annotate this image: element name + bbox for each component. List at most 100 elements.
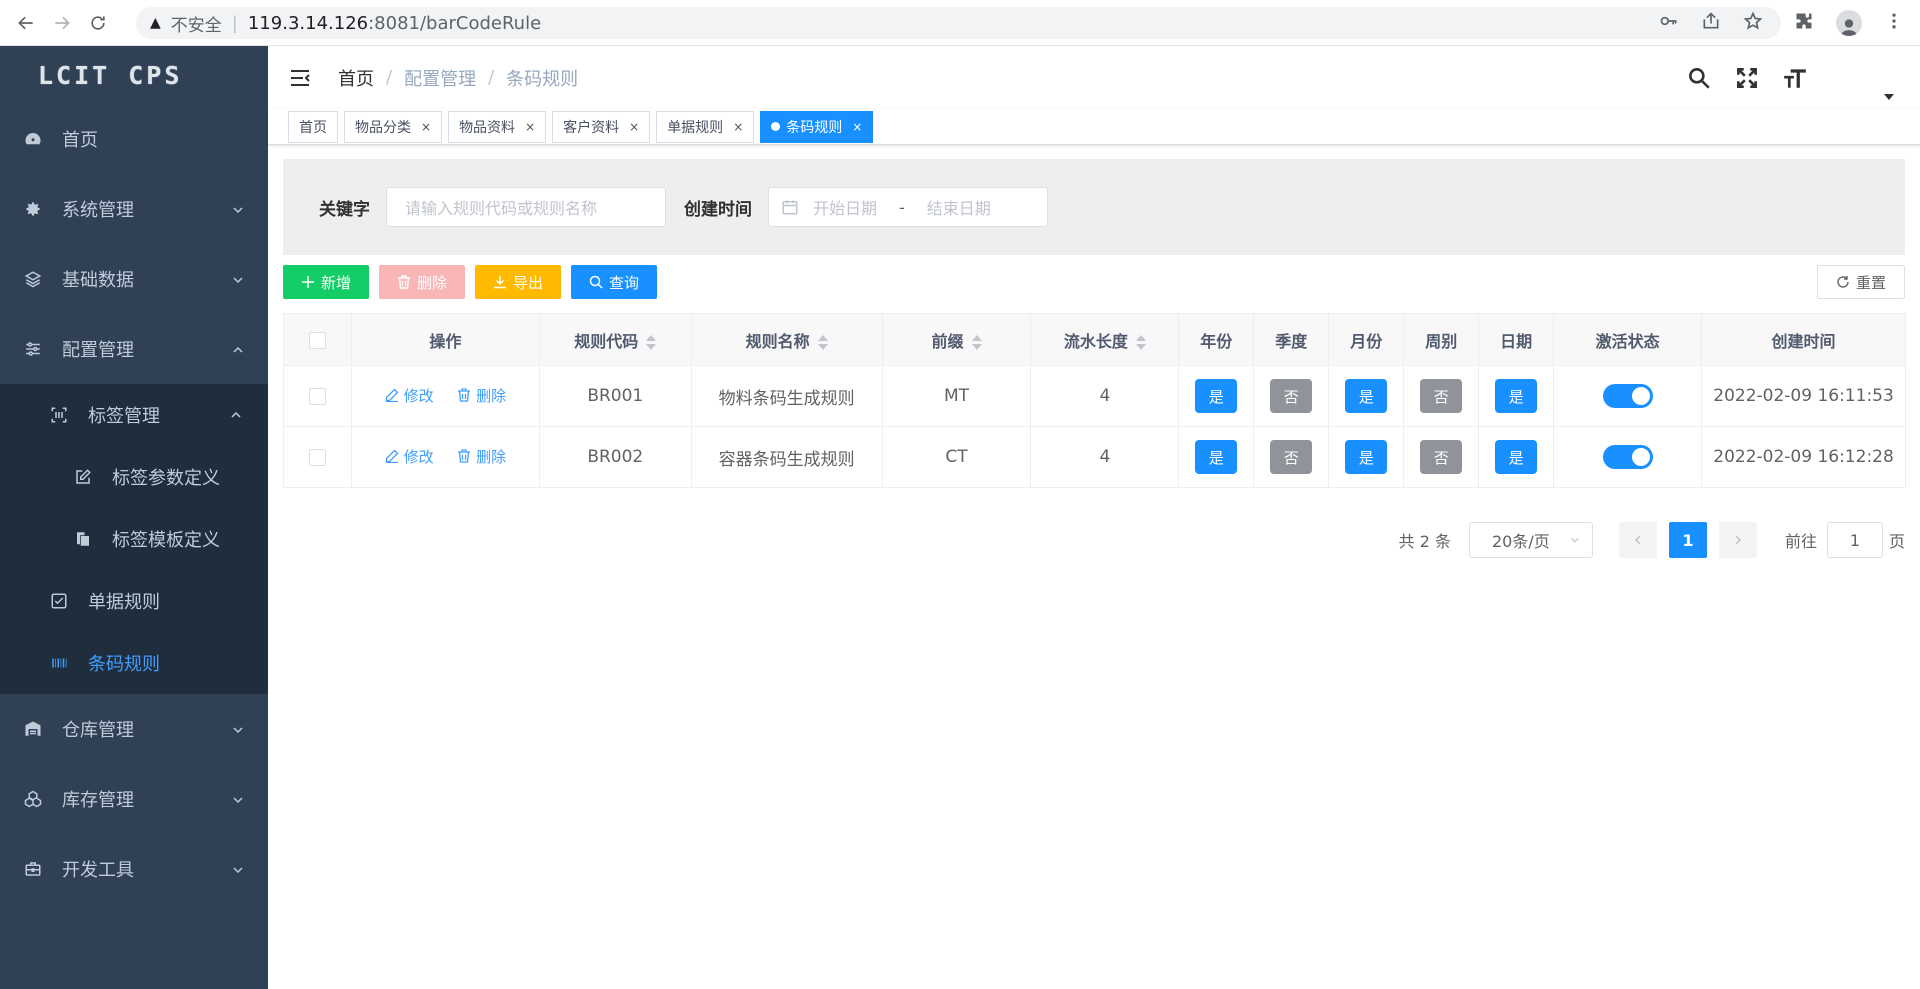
row-checkbox[interactable] bbox=[308, 448, 326, 466]
column-header: 年份 bbox=[1178, 313, 1255, 366]
reload-icon[interactable] bbox=[80, 5, 116, 41]
tag-item-master[interactable]: 物品资料 × bbox=[448, 110, 547, 143]
profile-avatar-icon[interactable] bbox=[1836, 10, 1862, 36]
sidebar-item-home[interactable]: 首页 bbox=[0, 104, 268, 174]
day-flag: 是 bbox=[1495, 440, 1538, 474]
close-icon[interactable]: × bbox=[733, 120, 743, 134]
download-icon bbox=[493, 275, 507, 289]
fullscreen-icon[interactable] bbox=[1734, 65, 1760, 91]
close-icon[interactable]: × bbox=[629, 120, 639, 134]
end-date-input[interactable]: 结束日期 bbox=[927, 195, 991, 219]
sidebar-item-warehouse[interactable]: 仓库管理 bbox=[0, 694, 268, 764]
sidebar-item-barcode-rules[interactable]: 条码规则 bbox=[0, 632, 268, 694]
tag-item-category[interactable]: 物品分类 × bbox=[344, 110, 443, 143]
week-flag: 否 bbox=[1420, 379, 1463, 413]
next-page-button[interactable] bbox=[1718, 522, 1757, 558]
sidebar-item-document-rules[interactable]: 单据规则 bbox=[0, 570, 268, 632]
sidebar-item-label-templates[interactable]: 标签模板定义 bbox=[0, 508, 268, 570]
sidebar-item-label: 首页 bbox=[62, 130, 98, 151]
column-header[interactable]: 规则代码 bbox=[538, 313, 692, 366]
tag-document-rules[interactable]: 单据规则 × bbox=[656, 110, 755, 143]
layers-icon bbox=[24, 270, 42, 288]
delete-link[interactable]: 删除 bbox=[457, 385, 506, 406]
sidebar-item-label-params[interactable]: 标签参数定义 bbox=[0, 446, 268, 508]
column-header[interactable]: 前缀 bbox=[881, 313, 1032, 366]
sort-icon[interactable] bbox=[1135, 334, 1146, 350]
app-logo[interactable]: LCIT CPS bbox=[0, 46, 268, 104]
tags-view: 首页 物品分类 × 物品资料 × 客户资料 × 单据规则 × 条码规则 × bbox=[268, 109, 1920, 145]
address-bar[interactable]: ▲ 不安全 | 119.3.14.126:8081/barCodeRule bbox=[136, 7, 1781, 39]
breadcrumb-home[interactable]: 首页 bbox=[338, 65, 374, 91]
delete-button[interactable]: 删除 bbox=[379, 265, 466, 299]
calendar-icon bbox=[781, 198, 799, 216]
browser-toolbar: ▲ 不安全 | 119.3.14.126:8081/barCodeRule bbox=[0, 0, 1920, 46]
sidebar-item-basic-data[interactable]: 基础数据 bbox=[0, 244, 268, 314]
serial-length-cell: 4 bbox=[1030, 426, 1180, 488]
sidebar-item-dev-tools[interactable]: 开发工具 bbox=[0, 834, 268, 904]
sidebar-item-inventory[interactable]: 库存管理 bbox=[0, 764, 268, 834]
key-icon[interactable] bbox=[1659, 11, 1679, 36]
close-icon[interactable]: × bbox=[525, 120, 535, 134]
page-suffix: 页 bbox=[1888, 532, 1905, 551]
goto-page-input[interactable]: 1 bbox=[1826, 522, 1883, 558]
tag-home[interactable]: 首页 bbox=[288, 110, 338, 143]
search-icon[interactable] bbox=[1686, 65, 1712, 91]
extensions-puzzle-icon[interactable] bbox=[1794, 11, 1814, 35]
table-header-row: 操作 规则代码 规则名称 前缀 流水长度 年份 季度 月份 周别 日期 激活状态… bbox=[283, 313, 1906, 366]
goto-label: 前往 bbox=[1784, 532, 1817, 551]
row-checkbox[interactable] bbox=[308, 387, 326, 405]
edit-icon bbox=[74, 468, 92, 486]
close-icon[interactable]: × bbox=[852, 120, 862, 134]
delete-link[interactable]: 删除 bbox=[457, 446, 506, 467]
sidebar-item-label-management[interactable]: 标签管理 bbox=[0, 384, 268, 446]
chevron-down-icon bbox=[232, 204, 243, 214]
menu-fold-icon[interactable] bbox=[288, 66, 312, 90]
export-button[interactable]: 导出 bbox=[475, 265, 562, 299]
sort-icon[interactable] bbox=[971, 334, 982, 350]
prev-page-button[interactable] bbox=[1618, 522, 1657, 558]
sidebar-item-config[interactable]: 配置管理 bbox=[0, 314, 268, 384]
sidebar-item-system[interactable]: 系统管理 bbox=[0, 174, 268, 244]
tag-barcode-rules[interactable]: 条码规则 × bbox=[760, 110, 874, 143]
active-status-switch[interactable] bbox=[1602, 445, 1653, 469]
quarter-flag: 否 bbox=[1270, 440, 1313, 474]
content: 关键字 请输入规则代码或规则名称 创建时间 开始日期 - 结束日期 新增 删除 … bbox=[268, 145, 1920, 572]
forward-arrow-icon[interactable] bbox=[44, 5, 80, 41]
date-range-picker[interactable]: 开始日期 - 结束日期 bbox=[768, 187, 1048, 227]
kebab-menu-icon[interactable] bbox=[1884, 11, 1904, 35]
start-date-input[interactable]: 开始日期 bbox=[813, 195, 877, 219]
sidebar-item-label: 条码规则 bbox=[88, 654, 160, 675]
edit-link[interactable]: 修改 bbox=[385, 446, 434, 467]
refresh-icon bbox=[1836, 275, 1850, 289]
page-number[interactable]: 1 bbox=[1668, 522, 1707, 558]
keyword-label: 关键字 bbox=[319, 199, 370, 220]
sidebar-item-label: 标签模板定义 bbox=[112, 530, 220, 551]
user-dropdown[interactable] bbox=[1840, 58, 1900, 100]
chevron-down-icon bbox=[1570, 535, 1580, 545]
edit-link[interactable]: 修改 bbox=[385, 385, 434, 406]
column-header[interactable]: 流水长度 bbox=[1030, 313, 1180, 366]
close-icon[interactable]: × bbox=[421, 120, 431, 134]
keyword-input[interactable]: 请输入规则代码或规则名称 bbox=[386, 187, 666, 227]
back-arrow-icon[interactable] bbox=[8, 5, 44, 41]
share-icon[interactable] bbox=[1701, 11, 1721, 36]
reset-button[interactable]: 重置 bbox=[1816, 265, 1905, 299]
add-button[interactable]: 新增 bbox=[283, 265, 370, 299]
page-size-select[interactable]: 20条/页 bbox=[1468, 522, 1593, 558]
active-status-switch[interactable] bbox=[1602, 384, 1653, 408]
select-all-checkbox[interactable] bbox=[308, 332, 326, 349]
sidebar-item-label: 配置管理 bbox=[62, 340, 134, 361]
font-size-icon[interactable] bbox=[1782, 65, 1808, 91]
tag-customer[interactable]: 客户资料 × bbox=[552, 110, 651, 143]
insecure-label: 不安全 bbox=[170, 15, 222, 36]
column-header[interactable]: 规则名称 bbox=[690, 313, 883, 366]
sort-icon[interactable] bbox=[646, 334, 657, 350]
bookmark-star-icon[interactable] bbox=[1743, 10, 1763, 36]
created-time-cell: 2022-02-09 16:11:53 bbox=[1701, 365, 1906, 427]
month-flag: 是 bbox=[1345, 440, 1388, 474]
breadcrumb-config: 配置管理 bbox=[404, 68, 477, 90]
sort-icon[interactable] bbox=[817, 334, 828, 350]
query-button[interactable]: 查询 bbox=[571, 265, 658, 299]
year-flag: 是 bbox=[1195, 379, 1238, 413]
trash-icon bbox=[397, 275, 411, 289]
